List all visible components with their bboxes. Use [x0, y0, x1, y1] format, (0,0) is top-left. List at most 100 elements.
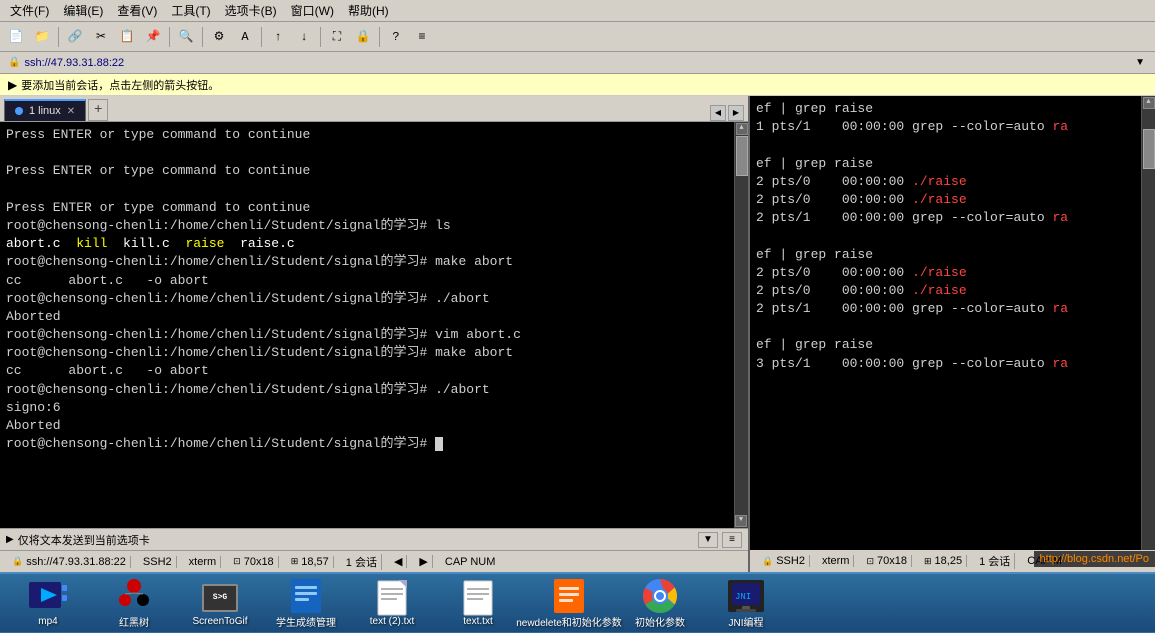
taskbar-jni[interactable]: JNI JNI编程 — [706, 574, 786, 633]
left-status-bar: 🔒 ssh://47.93.31.88:22 SSH2 xterm ⊡ 70x1… — [0, 550, 748, 572]
status-protocol: SSH2 — [139, 556, 177, 568]
toolbar-lock[interactable]: 🔒 — [351, 26, 375, 48]
toolbar-settings[interactable]: ⚙ — [207, 26, 231, 48]
scroll-down[interactable]: ▼ — [735, 515, 747, 527]
toolbar-copy[interactable]: 📋 — [115, 26, 139, 48]
terminal-line-16: signo:6 — [6, 399, 742, 417]
status-pos-icon: ⊞ — [291, 556, 299, 567]
menu-view[interactable]: 查看(V) — [111, 0, 163, 21]
taskbar-screengif-label: ScreenToGif — [192, 616, 247, 627]
toolbar-sep1 — [58, 27, 59, 47]
taskbar-mp4-label: mp4 — [38, 616, 57, 627]
tab-prev[interactable]: ◀ — [710, 105, 726, 121]
taskbar-grades[interactable]: 学生成绩管理 — [266, 574, 346, 633]
terminal-line-6: root@chensong-chenli:/home/chenli/Studen… — [6, 217, 742, 235]
right-pos-icon: ⊞ — [924, 556, 932, 567]
menu-file[interactable]: 文件(F) — [4, 0, 55, 21]
right-status-size: ⊡ 70x18 — [862, 555, 912, 567]
taskbar-newdelete[interactable]: newdelete和初始化参数 — [524, 574, 614, 633]
taskbar-redtree[interactable]: 红黑树 — [94, 574, 174, 633]
right-terminal[interactable]: ef | grep raise 1 pts/1 00:00:00 grep --… — [750, 96, 1155, 550]
taskbar-text2-label: text (2).txt — [370, 616, 414, 627]
status-size-icon: ⊡ — [233, 556, 241, 567]
tab-next[interactable]: ▶ — [728, 105, 744, 121]
left-terminal[interactable]: Press ENTER or type command to continue … — [0, 122, 748, 528]
session-bar: 🔒 ssh://47.93.31.88:22 ▼ — [0, 52, 1155, 74]
session-dropdown[interactable]: ▼ — [1133, 55, 1147, 70]
rt-line-13 — [756, 318, 1149, 336]
taskbar-redtree-label: 红黑树 — [119, 614, 149, 629]
status-url-text: ssh://47.93.31.88:22 — [26, 556, 126, 568]
right-scroll-up[interactable]: ▲ — [1143, 97, 1155, 109]
taskbar-chrome1[interactable]: 初始化参数 — [620, 574, 700, 633]
toolbar-sep3 — [202, 27, 203, 47]
toolbar-new[interactable]: 📄 — [4, 26, 28, 48]
arrow-icon: ▶ — [8, 78, 17, 92]
scroll-right-btn[interactable]: ▶ — [415, 555, 432, 568]
rt-line-8 — [756, 227, 1149, 245]
status-size: ⊡ 70x18 — [229, 556, 279, 568]
terminal-line-13: root@chensong-chenli:/home/chenli/Studen… — [6, 344, 742, 362]
scroll-left-btn[interactable]: ◀ — [390, 555, 407, 568]
right-scroll-thumb[interactable] — [1143, 129, 1155, 169]
rt-line-10: 2 pts/0 00:00:00 ./raise — [756, 264, 1149, 282]
terminal-line-17: Aborted — [6, 417, 742, 435]
rt-line-7: 2 pts/1 00:00:00 grep --color=auto ra — [756, 209, 1149, 227]
rt-line-2: 1 pts/1 00:00:00 grep --color=auto ra — [756, 118, 1149, 136]
taskbar: mp4 红黑树 S>G ScreenToGif — [0, 572, 1155, 632]
menu-tabs[interactable]: 选项卡(B) — [219, 0, 283, 21]
toolbar-sep4 — [261, 27, 262, 47]
toolbar-paste[interactable]: 📌 — [141, 26, 165, 48]
menu-edit[interactable]: 编辑(E) — [57, 0, 109, 21]
left-terminal-wrapper: 1 linux ✕ + ◀ ▶ Press ENTER or type comm… — [0, 96, 750, 572]
toolbar-connect[interactable]: 🔗 — [63, 26, 87, 48]
rt-line-12: 2 pts/1 00:00:00 grep --color=auto ra — [756, 300, 1149, 318]
scroll-up[interactable]: ▲ — [736, 123, 748, 135]
menu-help[interactable]: 帮助(H) — [342, 0, 395, 21]
taskbar-screengif[interactable]: S>G ScreenToGif — [180, 576, 260, 631]
status-sessions-text: 1 会话 — [346, 554, 377, 570]
toolbar-search[interactable]: 🔍 — [174, 26, 198, 48]
text-icon-2 — [458, 580, 498, 616]
taskbar-jni-label: JNI编程 — [729, 614, 764, 629]
send-settings-btn[interactable]: ≡ — [722, 532, 742, 548]
taskbar-grades-label: 学生成绩管理 — [276, 614, 336, 629]
toolbar-help[interactable]: ? — [384, 26, 408, 48]
taskbar-mp4[interactable]: mp4 — [8, 576, 88, 631]
tab-bar: 1 linux ✕ + ◀ ▶ — [0, 96, 748, 122]
status-protocol-text: SSH2 — [143, 556, 172, 568]
right-lock: 🔒 — [762, 556, 773, 567]
toolbar-sep6 — [379, 27, 380, 47]
send-menu-btn[interactable]: ▼ — [698, 532, 718, 548]
toolbar-upload[interactable]: ↑ — [266, 26, 290, 48]
right-scrollbar[interactable]: ▲ — [1141, 96, 1155, 550]
toolbar-extra[interactable]: ≡ — [410, 26, 434, 48]
tab-close[interactable]: ✕ — [67, 106, 75, 117]
terminal-line-7: abort.c kill kill.c raise raise.c — [6, 235, 742, 253]
toolbar-download[interactable]: ↓ — [292, 26, 316, 48]
blog-url: http://blog.csdn.net/Po — [1034, 551, 1155, 567]
taskbar-newdelete-label: newdelete和初始化参数 — [516, 614, 622, 629]
rt-line-9: ef | grep raise — [756, 246, 1149, 264]
right-status-sessions: 1 会话 — [975, 553, 1015, 569]
menu-bar: 文件(F) 编辑(E) 查看(V) 工具(T) 选项卡(B) 窗口(W) 帮助(… — [0, 0, 1155, 22]
tab-linux[interactable]: 1 linux ✕ — [4, 99, 86, 121]
taskbar-text[interactable]: text.txt — [438, 576, 518, 631]
terminal-line-8: root@chensong-chenli:/home/chenli/Studen… — [6, 253, 742, 271]
status-ssh-url: 🔒 ssh://47.93.31.88:22 — [8, 556, 131, 568]
toolbar-font[interactable]: A — [233, 26, 257, 48]
screen-gif-inner: S>G — [202, 584, 238, 612]
left-scrollbar[interactable]: ▲ ▼ — [734, 122, 748, 528]
taskbar-text2[interactable]: text (2).txt — [352, 576, 432, 631]
rt-line-14: ef | grep raise — [756, 336, 1149, 354]
toolbar-open[interactable]: 📁 — [30, 26, 54, 48]
toolbar-cut[interactable]: ✂ — [89, 26, 113, 48]
rt-line-5: 2 pts/0 00:00:00 ./raise — [756, 173, 1149, 191]
right-protocol-text: SSH2 — [776, 555, 805, 567]
scroll-thumb[interactable] — [736, 136, 748, 176]
tab-add[interactable]: + — [88, 99, 108, 121]
menu-tools[interactable]: 工具(T) — [165, 0, 216, 21]
terminal-line-11: Aborted — [6, 308, 742, 326]
toolbar-fullscreen[interactable]: ⛶ — [325, 26, 349, 48]
menu-window[interactable]: 窗口(W) — [285, 0, 340, 21]
